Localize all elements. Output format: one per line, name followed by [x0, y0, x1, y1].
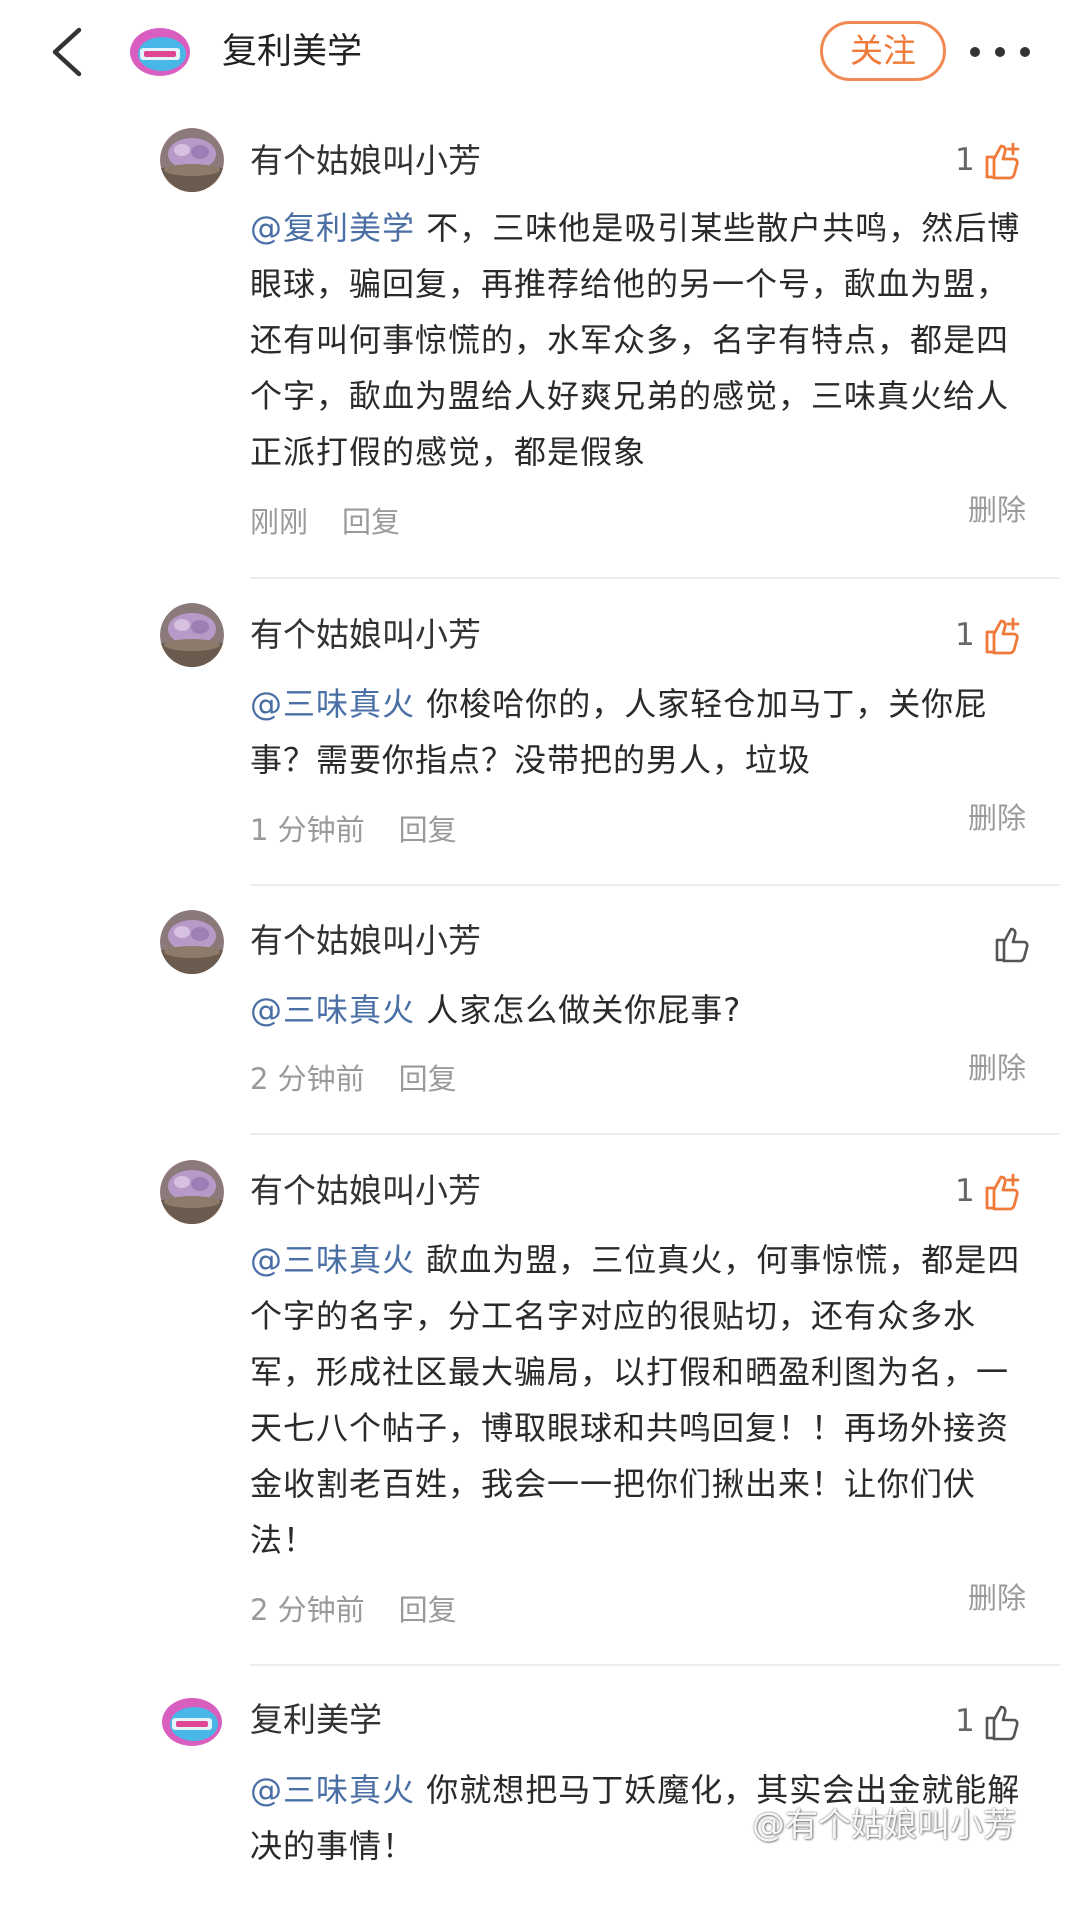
comment-meta: 2 分钟前 回复 — [250, 1590, 457, 1630]
avatar[interactable] — [160, 1690, 224, 1754]
comment-meta: 2 分钟前 回复 — [250, 1059, 457, 1099]
comment-text: @复利美学 不，三味他是吸引某些散户共鸣，然后博眼球，骗回复，再推荐给他的另一个… — [250, 209, 1021, 471]
channel-title: 复利美学 — [222, 32, 363, 72]
top-bar: 复利美学 关注 — [0, 0, 1075, 104]
timestamp: 2 分钟前 — [250, 1062, 365, 1096]
divider — [250, 577, 1060, 579]
more-options-button[interactable] — [970, 30, 1030, 74]
thumbs-up-icon — [995, 927, 1029, 963]
like-button[interactable]: 1 — [955, 1166, 1023, 1216]
mention-link[interactable]: @三味真火 — [250, 685, 415, 723]
timestamp: 2 分钟前 — [250, 1593, 365, 1627]
comment-meta: 刚刚 回复 — [250, 502, 400, 542]
thumbs-up-plus-icon — [985, 1173, 1020, 1211]
comment-meta: 1 分钟前 回复 — [250, 810, 457, 850]
like-count: 1 — [955, 1703, 975, 1739]
comment-text: @三味真火 人家怎么做关你屁事? — [250, 991, 742, 1029]
watermark: @有个姑娘叫小芳 — [712, 1798, 1016, 1846]
timestamp: 刚刚 — [250, 505, 309, 539]
comment-author[interactable]: 有个姑娘叫小芳 — [250, 612, 481, 658]
divider — [250, 1133, 1060, 1135]
delete-button[interactable]: 删除 — [968, 1578, 1026, 1618]
comment-text: @三味真火 你梭哈你的，人家轻仓加马丁，关你屁事？需要你指点？没带把的男人，垃圾 — [250, 685, 988, 779]
like-count: 1 — [955, 1173, 975, 1209]
thumbs-up-icon — [985, 1705, 1019, 1741]
comment-author[interactable]: 有个姑娘叫小芳 — [250, 918, 481, 964]
like-button[interactable] — [985, 918, 1033, 968]
timestamp: 1 分钟前 — [250, 813, 365, 847]
delete-button[interactable]: 删除 — [968, 490, 1026, 530]
chevron-left-icon — [52, 27, 82, 77]
like-button[interactable]: 1 — [955, 135, 1023, 185]
reply-button[interactable]: 回复 — [399, 1062, 457, 1096]
avatar[interactable] — [160, 128, 224, 192]
thumbs-up-plus-icon — [985, 617, 1020, 655]
comment-author[interactable]: 有个姑娘叫小芳 — [250, 1168, 481, 1214]
mention-link[interactable]: @三味真火 — [250, 991, 415, 1029]
comment-author[interactable]: 有个姑娘叫小芳 — [250, 138, 481, 184]
channel-avatar[interactable] — [128, 24, 192, 80]
follow-button[interactable]: 关注 — [820, 21, 946, 81]
delete-button[interactable]: 删除 — [968, 1048, 1026, 1088]
avatar[interactable] — [160, 1160, 224, 1224]
weibo-logo-icon — [714, 1808, 747, 1837]
more-dots-icon — [970, 47, 980, 57]
like-button[interactable]: 1 — [955, 610, 1023, 660]
like-button[interactable]: 1 — [955, 1696, 1023, 1746]
comment-author[interactable]: 复利美学 — [250, 1697, 382, 1743]
avatar[interactable] — [160, 910, 224, 974]
like-count: 1 — [955, 142, 975, 178]
comment-text: @三味真火 歃血为盟，三位真火，何事惊慌，都是四个字的名字，分工名字对应的很贴切… — [250, 1241, 1021, 1559]
mention-link[interactable]: @三味真火 — [250, 1771, 415, 1809]
reply-button[interactable]: 回复 — [342, 505, 400, 539]
delete-button[interactable]: 删除 — [968, 798, 1026, 838]
reply-button[interactable]: 回复 — [399, 813, 457, 847]
thumbs-up-plus-icon — [985, 142, 1020, 180]
mention-link[interactable]: @三味真火 — [250, 1241, 415, 1279]
reply-button[interactable]: 回复 — [399, 1593, 457, 1627]
mention-link[interactable]: @复利美学 — [250, 209, 415, 247]
like-count: 1 — [955, 617, 975, 653]
avatar[interactable] — [160, 603, 224, 667]
divider — [250, 884, 1060, 886]
back-button[interactable] — [36, 22, 96, 82]
divider — [250, 1664, 1060, 1666]
